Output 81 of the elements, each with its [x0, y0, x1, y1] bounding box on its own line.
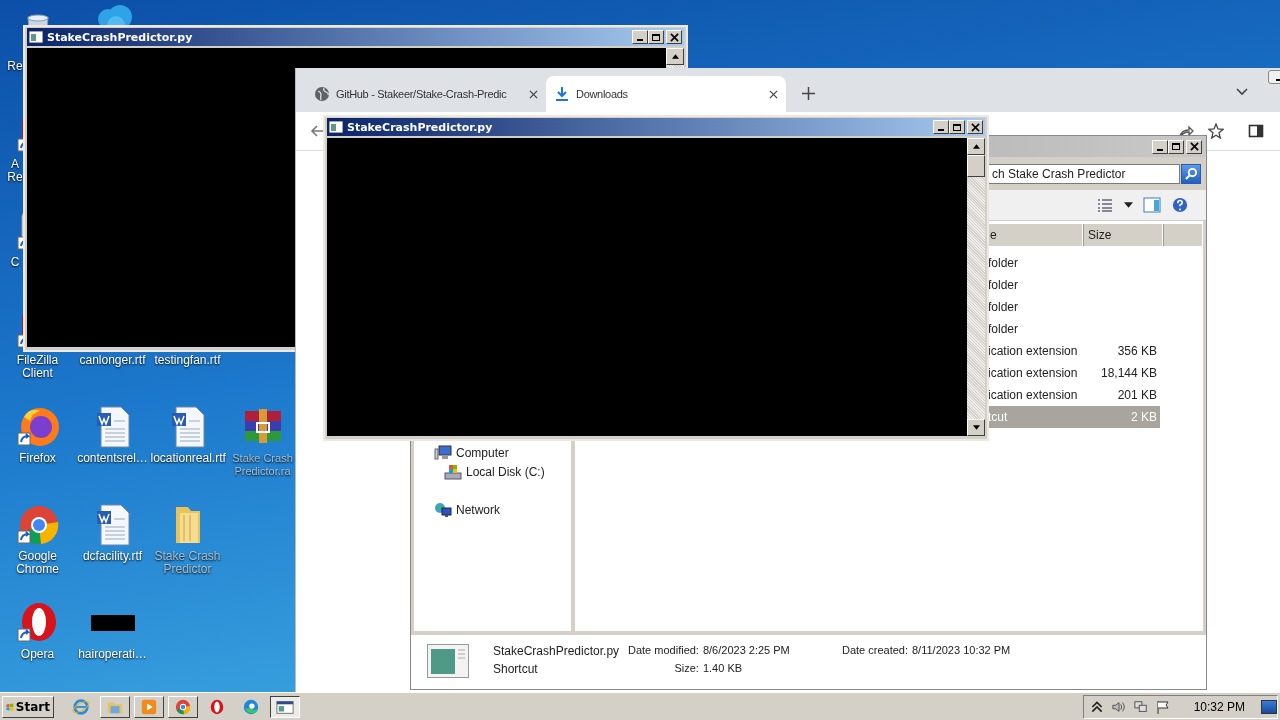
- console-icon: [329, 121, 343, 133]
- download-icon: [554, 86, 570, 102]
- file-row[interactable]: folder: [985, 318, 1160, 340]
- desktop-icon-label[interactable]: Google Chrome: [0, 550, 75, 576]
- file-name: StakeCrashPredictor.py: [493, 644, 621, 660]
- file-row[interactable]: folder: [985, 274, 1160, 296]
- close-button[interactable]: [1186, 139, 1202, 154]
- show-hidden-icons-icon[interactable]: [1089, 699, 1104, 714]
- column-header[interactable]: Size: [1083, 224, 1163, 246]
- start-button[interactable]: Start: [2, 695, 54, 718]
- edge-icon: [242, 697, 260, 716]
- detail-label: Date modified:: [628, 644, 699, 658]
- clock[interactable]: 10:32 PM: [1193, 699, 1245, 714]
- file-row[interactable]: ication extension 356 KB: [985, 340, 1160, 362]
- search-button[interactable]: [1181, 163, 1201, 184]
- detail-value: 8/11/2023 10:32 PM: [912, 644, 1011, 658]
- tab-title: Downloads: [576, 88, 629, 100]
- chrome-icon: [15, 503, 60, 547]
- desktop-icon-label[interactable]: C: [6, 256, 24, 269]
- browser-icon: [72, 697, 90, 716]
- dropdown-caret-icon[interactable]: [1124, 202, 1133, 208]
- help-icon[interactable]: [1171, 197, 1189, 213]
- desktop-icon-label[interactable]: canlonger.rtf: [79, 354, 146, 367]
- desktop-icon-label[interactable]: A Re: [6, 158, 24, 184]
- nav-item[interactable]: Computer: [414, 443, 571, 462]
- search-field[interactable]: ch Stake Crash Predictor: [988, 163, 1180, 184]
- maximize-button[interactable]: [949, 120, 965, 134]
- new-tab-icon[interactable]: [802, 87, 815, 100]
- window-title: StakeCrashPredictor.py: [347, 120, 494, 134]
- nav-item[interactable]: Local Disk (C:): [424, 462, 571, 481]
- drive-icon: [444, 463, 462, 480]
- desktop-icon-label[interactable]: Firefox: [19, 452, 56, 465]
- file-type: Shortcut: [493, 662, 539, 678]
- view-options-icon[interactable]: [1096, 197, 1114, 213]
- thumbnail-icon: [90, 615, 135, 631]
- star-icon[interactable]: [1208, 123, 1224, 139]
- browser-tab[interactable]: GitHub - Stakeer/Stake-Crash-Predic: [306, 76, 546, 112]
- chrome-icon: [174, 697, 192, 716]
- flag-icon[interactable]: [1155, 699, 1170, 714]
- nav-item[interactable]: Network: [414, 500, 571, 519]
- opera-icon: [208, 697, 226, 716]
- detail-value: 8/6/2023 2:25 PM: [702, 644, 791, 658]
- close-button[interactable]: [666, 30, 682, 44]
- file-row[interactable]: ication extension 201 KB: [985, 384, 1160, 406]
- tab-title: GitHub - Stakeer/Stake-Crash-Predic: [336, 88, 508, 100]
- speaker-icon[interactable]: [1111, 699, 1126, 714]
- computer-icon: [434, 444, 452, 461]
- console-icon: [29, 31, 43, 43]
- network-icon[interactable]: [1133, 699, 1148, 714]
- detail-value: 1.40 KB: [702, 662, 744, 676]
- file-thumbnail-icon: [427, 644, 469, 678]
- close-icon[interactable]: [529, 89, 538, 99]
- file-row[interactable]: ication extension 18,144 KB: [985, 362, 1160, 384]
- back-icon[interactable]: [310, 123, 326, 139]
- taskbar-button[interactable]: [270, 695, 300, 718]
- side-panel-icon[interactable]: [1248, 123, 1264, 139]
- show-desktop-button[interactable]: [1261, 699, 1277, 714]
- media-player-icon: [140, 697, 158, 716]
- close-button[interactable]: [967, 120, 983, 134]
- desktop-icon-label[interactable]: Re: [6, 60, 24, 73]
- desktop-icon-label[interactable]: contentsrel…: [77, 452, 148, 465]
- maximize-button[interactable]: [648, 30, 664, 44]
- desktop-icon-label[interactable]: locationreal.rtf: [150, 452, 225, 465]
- maximize-button[interactable]: [1168, 139, 1184, 154]
- scroll-thumb[interactable]: [967, 155, 985, 177]
- desktop-icon-label[interactable]: testingfan.rtf: [154, 354, 221, 367]
- preview-pane-icon[interactable]: [1143, 197, 1161, 213]
- desktop-icon-label[interactable]: dcfacility.rtf: [82, 550, 143, 563]
- desktop-icon-label[interactable]: FileZilla Client: [0, 354, 75, 380]
- file-row[interactable]: folder: [985, 252, 1160, 274]
- network-icon: [434, 501, 452, 518]
- close-icon[interactable]: [769, 89, 778, 99]
- window-title: StakeCrashPredictor.py: [47, 30, 194, 44]
- firefox-icon: [15, 405, 60, 449]
- file-row[interactable]: folder: [985, 296, 1160, 318]
- scrollbar[interactable]: [967, 138, 985, 436]
- browser-tab[interactable]: Downloads: [546, 76, 786, 112]
- chevron-down-icon[interactable]: [1236, 88, 1248, 96]
- detail-label: Size:: [673, 662, 699, 676]
- detail-label: Date created:: [841, 644, 908, 658]
- globe-icon: [314, 86, 330, 102]
